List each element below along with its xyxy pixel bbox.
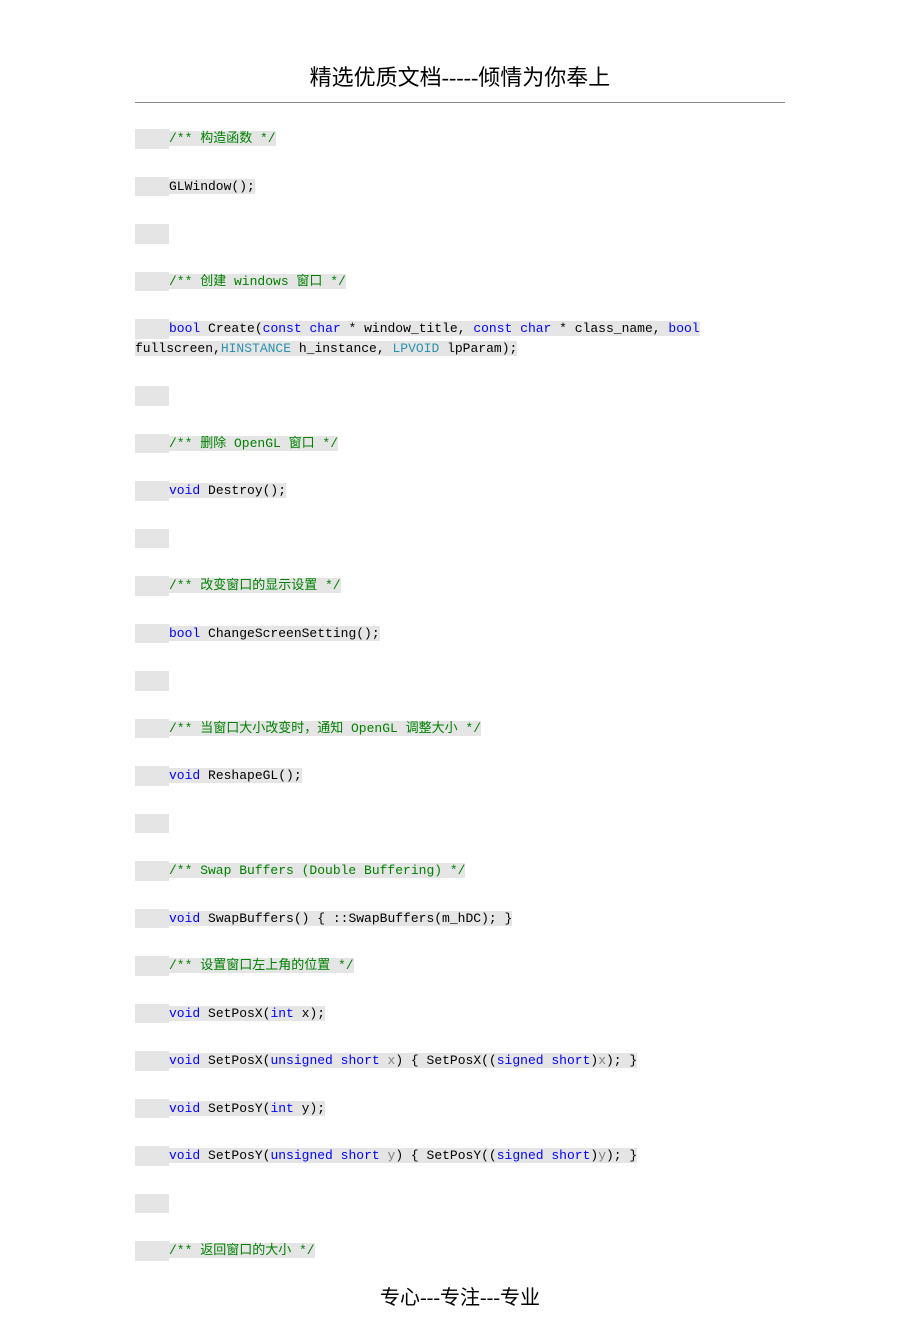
code-line: /** 返回窗口的大小 */ (135, 1241, 785, 1261)
comment: /** 创建 windows 窗口 */ (169, 274, 346, 289)
comment: /** 返回窗口的大小 */ (169, 1243, 315, 1258)
keyword: void (169, 911, 200, 926)
code-text: SwapBuffers() { ::SwapBuffers(m_hDC); } (200, 911, 512, 926)
code-text: ) { SetPosX(( (395, 1053, 496, 1068)
keyword: signed (497, 1148, 544, 1163)
code-line: void SetPosX(int x); (135, 1004, 785, 1024)
comment: /** 构造函数 */ (169, 131, 276, 146)
keyword: const (473, 321, 512, 336)
page-footer: 专心---专注---专业 (135, 1281, 785, 1310)
code-line (135, 814, 785, 834)
keyword: bool (169, 321, 200, 336)
keyword: void (169, 1006, 200, 1021)
code-line: void SetPosY(int y); (135, 1099, 785, 1119)
code-text (333, 1053, 341, 1068)
code-text: ); } (606, 1053, 637, 1068)
document-page: 精选优质文档-----倾情为你奉上 /** 构造函数 */ GLWindow()… (0, 0, 920, 1340)
code-text: ChangeScreenSetting(); (200, 626, 379, 641)
code-text: ) { SetPosY(( (395, 1148, 496, 1163)
code-line: void Destroy(); (135, 481, 785, 501)
code-text: SetPosX( (200, 1053, 270, 1068)
code-line: bool Create(const char * window_title, c… (135, 319, 785, 358)
keyword: short (341, 1148, 380, 1163)
code-text: fullscreen, (135, 341, 221, 356)
code-line: void ReshapeGL(); (135, 766, 785, 786)
code-line: void SetPosY(unsigned short y ) { SetPosY… (135, 1146, 785, 1166)
code-text: SetPosY( (200, 1101, 270, 1116)
code-line: bool ChangeScreenSetting(); (135, 624, 785, 644)
code-line: /** 设置窗口左上角的位置 */ (135, 956, 785, 976)
comment: /** 删除 OpenGL 窗口 */ (169, 436, 338, 451)
code-line: /** Swap Buffers (Double Buffering) */ (135, 861, 785, 881)
keyword: char (520, 321, 551, 336)
keyword: short (551, 1148, 590, 1163)
code-line: void SwapBuffers() { ::SwapBuffers(m_hDC… (135, 909, 785, 929)
comment: /** 设置窗口左上角的位置 */ (169, 958, 354, 973)
code-text: Destroy(); (200, 483, 286, 498)
code-line: void SetPosX(unsigned short x ) { SetPosX… (135, 1051, 785, 1071)
type: HINSTANCE (221, 341, 291, 356)
identifier: x (598, 1053, 606, 1068)
keyword: bool (169, 626, 200, 641)
code-text (512, 321, 520, 336)
keyword: char (309, 321, 340, 336)
code-line (135, 386, 785, 406)
identifier: y (598, 1148, 606, 1163)
code-line (135, 671, 785, 691)
code-text (380, 1148, 388, 1163)
code-line (135, 224, 785, 244)
code-text: lpParam); (439, 341, 517, 356)
code-text: SetPosY( (200, 1148, 270, 1163)
code-line: /** 改变窗口的显示设置 */ (135, 576, 785, 596)
code-line: /** 构造函数 */ (135, 129, 785, 149)
keyword: signed (497, 1053, 544, 1068)
keyword: short (341, 1053, 380, 1068)
keyword: void (169, 768, 200, 783)
keyword: short (551, 1053, 590, 1068)
code-text: * class_name, (551, 321, 668, 336)
keyword: bool (668, 321, 699, 336)
code-line (135, 529, 785, 549)
code-text: SetPosX( (200, 1006, 270, 1021)
code-text (333, 1148, 341, 1163)
keyword: void (169, 1053, 200, 1068)
code-line: /** 创建 windows 窗口 */ (135, 272, 785, 292)
keyword: unsigned (270, 1148, 332, 1163)
code-text: ReshapeGL(); (200, 768, 301, 783)
type: LPVOID (392, 341, 439, 356)
code-text: * window_title, (341, 321, 474, 336)
keyword: int (270, 1006, 293, 1021)
keyword: unsigned (270, 1053, 332, 1068)
comment: /** Swap Buffers (Double Buffering) */ (169, 863, 465, 878)
code-text: GLWindow(); (169, 179, 255, 194)
code-line: GLWindow(); (135, 177, 785, 197)
code-text: h_instance, (291, 341, 392, 356)
code-line: /** 当窗口大小改变时，通知 OpenGL 调整大小 */ (135, 719, 785, 739)
code-text: Create( (200, 321, 262, 336)
keyword: const (263, 321, 302, 336)
code-text: y); (294, 1101, 325, 1116)
page-header: 精选优质文档-----倾情为你奉上 (135, 60, 785, 103)
code-line (135, 1194, 785, 1214)
keyword: void (169, 1101, 200, 1116)
code-text: x); (294, 1006, 325, 1021)
code-text (380, 1053, 388, 1068)
code-text: ); } (606, 1148, 637, 1163)
keyword: void (169, 1148, 200, 1163)
comment: /** 改变窗口的显示设置 */ (169, 578, 341, 593)
keyword: void (169, 483, 200, 498)
keyword: int (270, 1101, 293, 1116)
comment: /** 当窗口大小改变时，通知 OpenGL 调整大小 */ (169, 721, 481, 736)
code-line: /** 删除 OpenGL 窗口 */ (135, 434, 785, 454)
